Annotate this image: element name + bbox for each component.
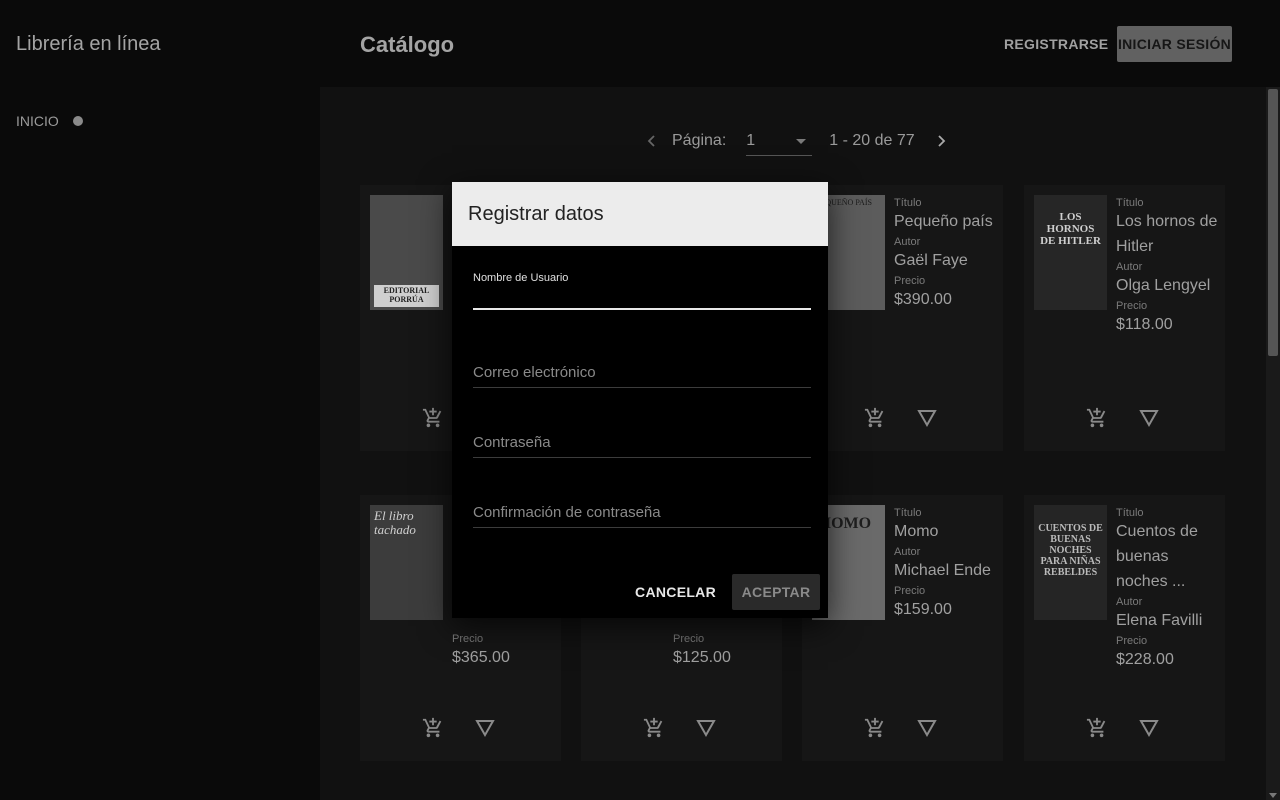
username-label: Nombre de Usuario	[473, 272, 569, 284]
username-underline	[473, 308, 811, 310]
dialog-actions: CANCELAR ACEPTAR	[627, 574, 820, 610]
email-field[interactable]: Correo electrónico	[473, 364, 811, 388]
confirm-password-underline	[473, 527, 811, 528]
username-field[interactable]: Nombre de Usuario	[473, 272, 811, 310]
dialog-title: Registrar datos	[468, 202, 604, 225]
password-field[interactable]: Contraseña	[473, 434, 811, 458]
email-label: Correo electrónico	[473, 364, 596, 381]
accept-button[interactable]: ACEPTAR	[732, 574, 820, 610]
email-underline	[473, 387, 811, 388]
app-root: Librería en línea Catálogo REGISTRARSE I…	[0, 0, 1280, 800]
register-dialog: Registrar datos Nombre de Usuario Correo…	[452, 182, 828, 618]
dialog-header: Registrar datos	[452, 182, 828, 246]
confirm-password-field[interactable]: Confirmación de contraseña	[473, 504, 811, 528]
password-label: Contraseña	[473, 434, 551, 451]
cancel-button[interactable]: CANCELAR	[627, 574, 724, 610]
password-underline	[473, 457, 811, 458]
confirm-password-label: Confirmación de contraseña	[473, 504, 661, 521]
